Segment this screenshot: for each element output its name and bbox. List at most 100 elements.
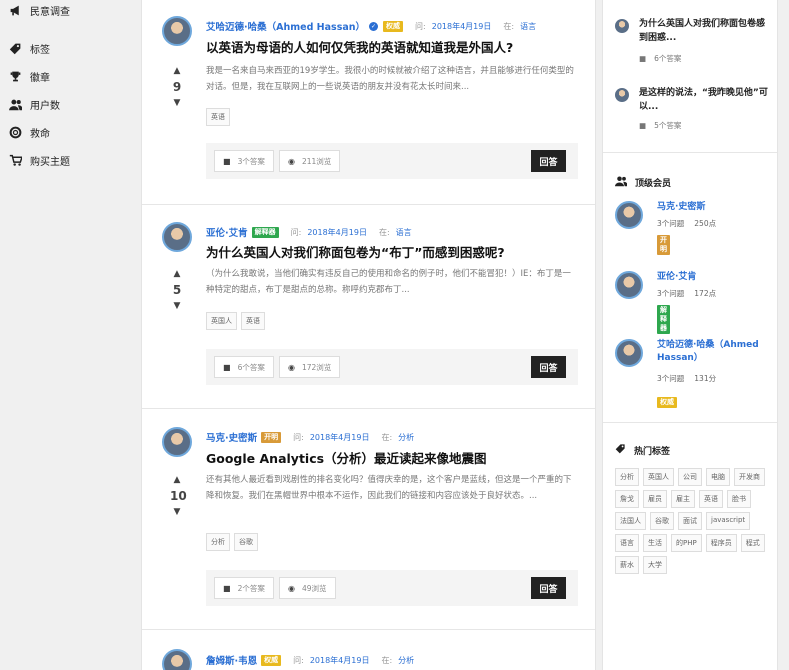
tag-chip[interactable]: 分析 <box>615 468 639 486</box>
upvote-icon[interactable]: ▲ <box>170 269 184 279</box>
question-title[interactable]: 为什么英国人对我们称面包卷为“布丁”而感到困惑呢? <box>206 242 505 261</box>
nav-item-polls[interactable]: 民意调查 <box>0 0 140 24</box>
author-name[interactable]: 詹姆斯·韦恩 <box>206 653 257 667</box>
question-category[interactable]: 语言 <box>396 227 412 238</box>
avatar[interactable] <box>162 222 192 252</box>
question-date[interactable]: 2018年4月19日 <box>307 227 367 238</box>
vote-box: ▲ 10 ▼ <box>170 475 187 517</box>
question-category[interactable]: 分析 <box>398 655 414 666</box>
related-question-meta: ■ 6个答案 <box>639 53 681 64</box>
right-sidebar: 为什么英国人对我们称面包卷感到困惑... ■ 6个答案 是这样的说法，“我昨晚见… <box>602 0 778 670</box>
question-category[interactable]: 分析 <box>398 432 414 443</box>
comment-icon: ■ <box>223 156 231 166</box>
question-title[interactable]: 以英语为母语的人如何仅凭我的英语就知道我是外国人? <box>206 37 513 56</box>
answer-button[interactable]: 回答 <box>531 150 566 172</box>
views-text: 211浏览 <box>301 156 332 166</box>
related-question-title[interactable]: 为什么英国人对我们称面包卷感到困惑... <box>639 17 769 45</box>
author-name[interactable]: 马克·史密斯 <box>206 430 257 444</box>
question-meta: 马克·史密斯 开明 问: 2018年4月19日 在: 分析 <box>206 430 414 444</box>
avatar[interactable] <box>162 649 192 670</box>
answers-count[interactable]: ■ 2个答案 <box>214 577 274 599</box>
tag-chip[interactable]: 生活 <box>643 534 667 552</box>
question-card: 詹姆斯·韦恩 权威 问: 2018年4月19日 在: 分析 <box>142 630 595 670</box>
tag-chip[interactable]: 的PHP <box>671 534 702 552</box>
tag-chip[interactable]: 英国人 <box>643 468 674 486</box>
avatar[interactable] <box>162 427 192 457</box>
nav-item-buy-theme[interactable]: 购买主题 <box>0 146 140 174</box>
question-excerpt: 我是一名来自马来西亚的19岁学生。我很小的时候就被介绍了这种语言，并且能够进行任… <box>206 66 574 92</box>
tag-chip[interactable]: 分析 <box>206 533 230 551</box>
avatar[interactable] <box>162 16 192 46</box>
tag-chip[interactable]: 薪水 <box>615 556 639 574</box>
tag-chip[interactable]: 詹戈 <box>615 490 639 508</box>
avatar[interactable] <box>615 339 643 367</box>
tag-chip[interactable]: 谷歌 <box>650 512 674 530</box>
avatar[interactable] <box>615 201 643 229</box>
answers-text: 3个答案 <box>237 156 265 166</box>
upvote-icon[interactable]: ▲ <box>170 66 184 76</box>
tag-chip[interactable]: 雇主 <box>671 490 695 508</box>
tag-chip[interactable]: 程式 <box>740 534 765 552</box>
nav-item-tags[interactable]: 标签 <box>0 34 140 62</box>
tag-chip[interactable]: 面试 <box>678 512 702 530</box>
downvote-icon[interactable]: ▼ <box>170 301 184 311</box>
author-name[interactable]: 亚伦·艾肯 <box>206 225 248 239</box>
question-date[interactable]: 2018年4月19日 <box>310 432 370 443</box>
member-badge: 权威 <box>657 389 677 408</box>
nav-item-badges[interactable]: 徽章 <box>0 62 140 90</box>
nav-item-help[interactable]: 救命 <box>0 118 140 146</box>
tag-icon <box>615 443 626 457</box>
answer-button[interactable]: 回答 <box>531 577 566 599</box>
tag-cloud: 分析 英国人 公司 电脑 开发商詹戈 雇员 雇主 英语 脸书法国人 谷歌 面试 javascript 语… <box>615 468 765 574</box>
tag-chip[interactable]: 英国人 <box>206 312 237 330</box>
answers-text: 5个答案 <box>654 121 682 130</box>
answers-count[interactable]: ■ 6个答案 <box>214 356 274 378</box>
downvote-icon[interactable]: ▼ <box>170 507 184 517</box>
tag-chip[interactable]: 公司 <box>678 468 702 486</box>
answers-count[interactable]: ■ 3个答案 <box>214 150 274 172</box>
nav-label: 救命 <box>30 128 50 140</box>
user-badge: 解释器 <box>251 226 279 238</box>
tag-chip[interactable]: javascript <box>706 512 751 530</box>
tag-chip[interactable]: 语言 <box>615 534 639 552</box>
question-category[interactable]: 语言 <box>520 21 536 32</box>
tag-chip[interactable]: 谷歌 <box>234 533 258 551</box>
nav-item-users[interactable]: 用户数 <box>0 90 140 118</box>
member-name[interactable]: 艾哈迈德·哈桑（Ahmed Hassan） <box>657 339 765 365</box>
comment-icon: ■ <box>223 583 231 593</box>
comment-icon: ■ <box>639 54 647 63</box>
tag-chip[interactable]: 大学 <box>643 556 667 574</box>
trophy-icon <box>8 69 22 83</box>
nav-label: 标签 <box>30 44 50 56</box>
downvote-icon[interactable]: ▼ <box>170 98 184 108</box>
tag-chip[interactable]: 脸书 <box>727 490 751 508</box>
tag-chip[interactable]: 英语 <box>241 312 265 330</box>
tag-chip[interactable]: 电脑 <box>706 468 730 486</box>
related-question-title[interactable]: 是这样的说法，“我昨晚见他”可以... <box>639 86 769 114</box>
comment-icon: ■ <box>639 121 647 130</box>
member-name[interactable]: 亚伦·艾肯 <box>657 271 696 284</box>
tag-icon <box>8 41 22 55</box>
author-name[interactable]: 艾哈迈德·哈桑（Ahmed Hassan） <box>206 19 365 33</box>
tag-chip[interactable]: 英语 <box>699 490 723 508</box>
views-text: 49浏览 <box>301 583 327 593</box>
question-title[interactable]: Google Analytics（分析）最近读起来像地震图 <box>206 448 487 467</box>
tag-chip[interactable]: 程序员 <box>705 534 737 552</box>
tag-chip[interactable]: 英语 <box>206 108 230 126</box>
answer-button[interactable]: 回答 <box>531 356 566 378</box>
tag-chip[interactable]: 雇员 <box>643 490 667 508</box>
answers-text: 2个答案 <box>237 583 265 593</box>
cart-icon <box>8 153 22 167</box>
upvote-icon[interactable]: ▲ <box>170 475 184 485</box>
member-points: 172点 <box>694 289 717 298</box>
question-date[interactable]: 2018年4月19日 <box>432 21 492 32</box>
tag-chip[interactable]: 开发商 <box>734 468 765 486</box>
verified-icon: ✓ <box>369 21 379 31</box>
member-questions: 3个问题 <box>657 219 685 228</box>
nav-label: 民意调查 <box>30 6 70 18</box>
tag-chip[interactable]: 法国人 <box>615 512 646 530</box>
question-date[interactable]: 2018年4月19日 <box>310 655 370 666</box>
avatar[interactable] <box>615 271 643 299</box>
user-badge: 解释器 <box>657 305 670 334</box>
member-name[interactable]: 马克·史密斯 <box>657 201 705 214</box>
